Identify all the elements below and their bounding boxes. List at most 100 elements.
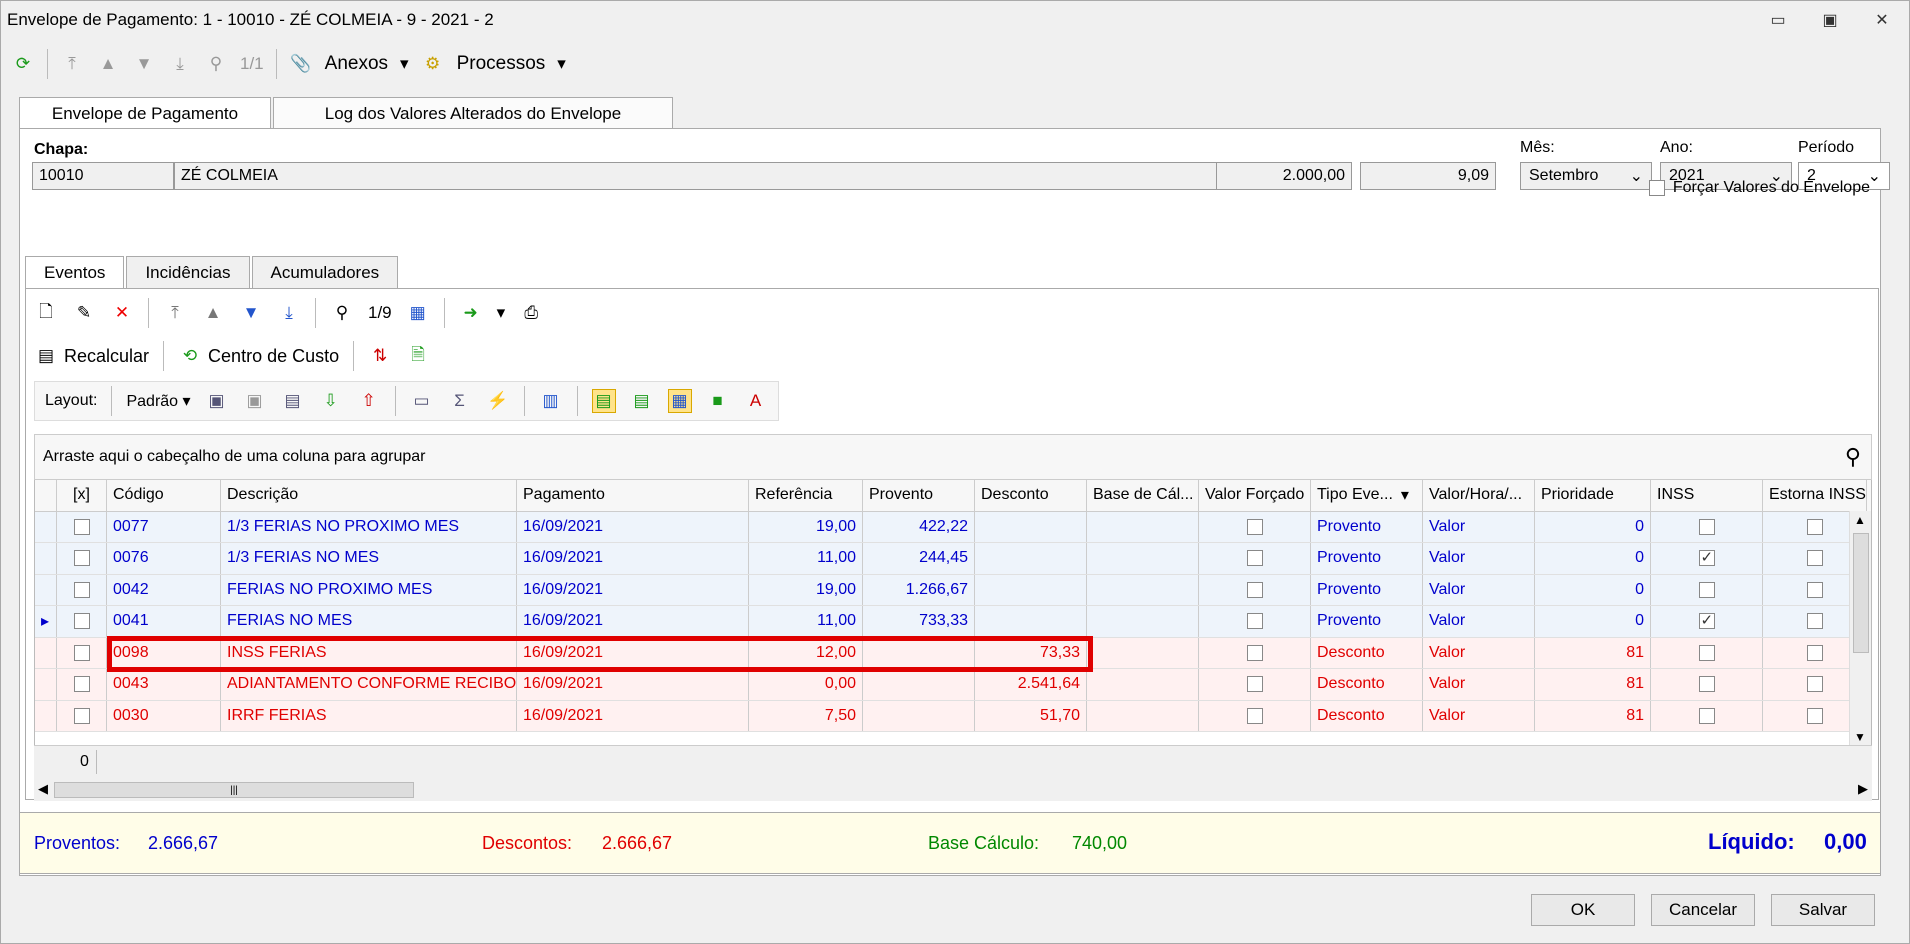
valor-forcado-cell[interactable] [1199, 574, 1311, 605]
close-icon[interactable]: ✕ [1867, 7, 1897, 33]
valor-forcado-cell[interactable] [1199, 669, 1311, 700]
layout-save-icon[interactable]: ▣ [205, 389, 229, 413]
refresh-icon[interactable]: ⟳ [11, 52, 35, 76]
vertical-scrollbar[interactable]: ▲ ▼ [1849, 511, 1871, 746]
nome-field[interactable]: ZÉ COLMEIA [174, 162, 1232, 190]
row-indicator[interactable] [35, 574, 57, 605]
scroll-up-icon[interactable]: ▲ [1854, 513, 1866, 527]
previous-record-icon[interactable]: ▲ [96, 52, 120, 76]
checkbox[interactable] [1698, 548, 1715, 567]
inss-cell[interactable] [1651, 669, 1763, 700]
new-document-icon[interactable]: 🗋 [34, 301, 58, 325]
checkbox[interactable] [1246, 613, 1263, 630]
horizontal-scrollbar[interactable]: ◀ ||| ▶ [34, 779, 1872, 801]
table-row[interactable]: 0077 1/3 FERIAS NO PROXIMO MES 16/09/2021 1… [35, 511, 1871, 543]
layout-export-icon[interactable]: ⇧ [357, 389, 381, 413]
valor-forcado-cell[interactable] [1199, 606, 1311, 637]
checkbox[interactable] [73, 550, 90, 567]
column-header[interactable]: Prioridade [1535, 480, 1651, 511]
previous-record-icon[interactable]: ▲ [201, 301, 225, 325]
restore-icon[interactable]: ▣ [1815, 7, 1845, 33]
document-check-icon[interactable]: 🗎 [406, 344, 430, 368]
checkbox[interactable] [1246, 644, 1263, 661]
layout-delete-icon[interactable]: ▣ [243, 389, 267, 413]
column-header[interactable]: Pagamento [517, 480, 749, 511]
tab-acumuladores[interactable]: Acumuladores [251, 256, 399, 288]
checkbox[interactable] [1246, 581, 1263, 598]
calendar-icon[interactable]: ▦ [406, 301, 430, 325]
select-cell[interactable] [57, 543, 107, 574]
column-header[interactable]: [x] [57, 480, 107, 511]
padrao-dropdown[interactable]: Padrão ▾ [126, 391, 190, 411]
inss-cell[interactable] [1651, 574, 1763, 605]
export-icon[interactable]: ➜ [459, 301, 483, 325]
checkbox[interactable] [1698, 644, 1715, 661]
checkbox[interactable] [1648, 180, 1665, 196]
chevron-down-icon[interactable]: ▾ [1401, 485, 1409, 505]
inss-cell[interactable] [1651, 543, 1763, 574]
salario-field[interactable]: 2.000,00 [1216, 162, 1352, 190]
checkbox[interactable] [1246, 550, 1263, 567]
checkbox[interactable] [1806, 518, 1823, 535]
valor-forcado-cell[interactable] [1199, 511, 1311, 542]
column-header[interactable]: INSS [1651, 480, 1763, 511]
select-cell[interactable] [57, 511, 107, 542]
centro-custo-button[interactable]: Centro de Custo [208, 346, 339, 367]
binoculars-icon[interactable]: ⚲ [330, 301, 354, 325]
valor-forcado-cell[interactable] [1199, 700, 1311, 731]
checkbox[interactable] [1698, 611, 1715, 630]
chevron-down-icon[interactable]: ▾ [497, 303, 506, 323]
table-row[interactable]: ▸ 0041 FERIAS NO MES 16/09/2021 11,00 733,33 P… [35, 606, 1871, 638]
scroll-left-icon[interactable]: ◀ [38, 781, 48, 797]
checkbox[interactable] [1246, 676, 1263, 693]
tab-incidencias[interactable]: Incidências [126, 256, 250, 288]
forcar-valores-checkbox[interactable]: Forçar Valores do Envelope [1648, 179, 1870, 197]
cancelar-button[interactable]: Cancelar [1651, 894, 1755, 926]
minimize-icon[interactable]: ▭ [1763, 7, 1793, 33]
chapa-field[interactable]: 10010 [32, 162, 174, 190]
checkbox[interactable] [1806, 676, 1823, 693]
column-header[interactable]: Descrição [221, 480, 517, 511]
tab-log[interactable]: Log dos Valores Alterados do Envelope [273, 97, 673, 129]
checkbox[interactable] [1698, 581, 1715, 598]
column-header[interactable]: Valor/Hora/... [1423, 480, 1535, 511]
edit-icon[interactable]: ✎ [72, 301, 96, 325]
select-cell[interactable] [57, 574, 107, 605]
processos-button[interactable]: Processos [457, 53, 546, 75]
table-row[interactable]: 0043 ADIANTAMENTO CONFORME RECIBO 16/09/20… [35, 669, 1871, 701]
column-header[interactable]: Tipo Eve... ▾ [1311, 480, 1423, 511]
checkbox[interactable] [1246, 707, 1263, 724]
column-header[interactable]: Estorna INSS [1763, 480, 1867, 511]
select-cell[interactable] [57, 637, 107, 668]
salvar-button[interactable]: Salvar [1771, 894, 1875, 926]
search-icon[interactable]: ⚲ [1845, 444, 1861, 470]
column-header[interactable]: Valor Forçado [1199, 480, 1311, 511]
chevron-down-icon[interactable]: ▾ [400, 54, 409, 74]
checkbox[interactable] [73, 676, 90, 693]
table-row[interactable]: 0030 IRRF FERIAS 16/09/2021 7,50 51,70 Descon… [35, 700, 1871, 732]
inss-cell[interactable] [1651, 511, 1763, 542]
font-icon[interactable]: A [744, 389, 768, 413]
table-row[interactable]: 0098 INSS FERIAS 16/09/2021 12,00 73,33 Desco… [35, 637, 1871, 669]
tab-envelope[interactable]: Envelope de Pagamento [19, 97, 271, 129]
first-record-icon[interactable]: ⤒ [163, 301, 187, 325]
print-icon[interactable]: ⎙ [519, 301, 543, 325]
column-header[interactable]: Referência [749, 480, 863, 511]
checkbox[interactable] [73, 518, 90, 535]
inss-cell[interactable] [1651, 637, 1763, 668]
checkbox[interactable] [1806, 644, 1823, 661]
group-icon[interactable]: ▭ [410, 389, 434, 413]
table-row[interactable]: 0076 1/3 FERIAS NO MES 16/09/2021 11,00 244,… [35, 543, 1871, 575]
next-record-icon[interactable]: ▼ [239, 301, 263, 325]
group-by-bar[interactable]: Arraste aqui o cabeçalho de uma coluna p… [34, 434, 1872, 480]
anexos-button[interactable]: Anexos [325, 53, 388, 75]
row-indicator[interactable] [35, 511, 57, 542]
checkbox[interactable] [1698, 707, 1715, 724]
last-record-icon[interactable]: ⤓ [277, 301, 301, 325]
valor-hora-field[interactable]: 9,09 [1360, 162, 1496, 190]
row-indicator[interactable]: ▸ [35, 606, 57, 637]
select-cell[interactable] [57, 700, 107, 731]
checkbox[interactable] [1806, 707, 1823, 724]
checkbox[interactable] [73, 581, 90, 598]
ok-button[interactable]: OK [1531, 894, 1635, 926]
